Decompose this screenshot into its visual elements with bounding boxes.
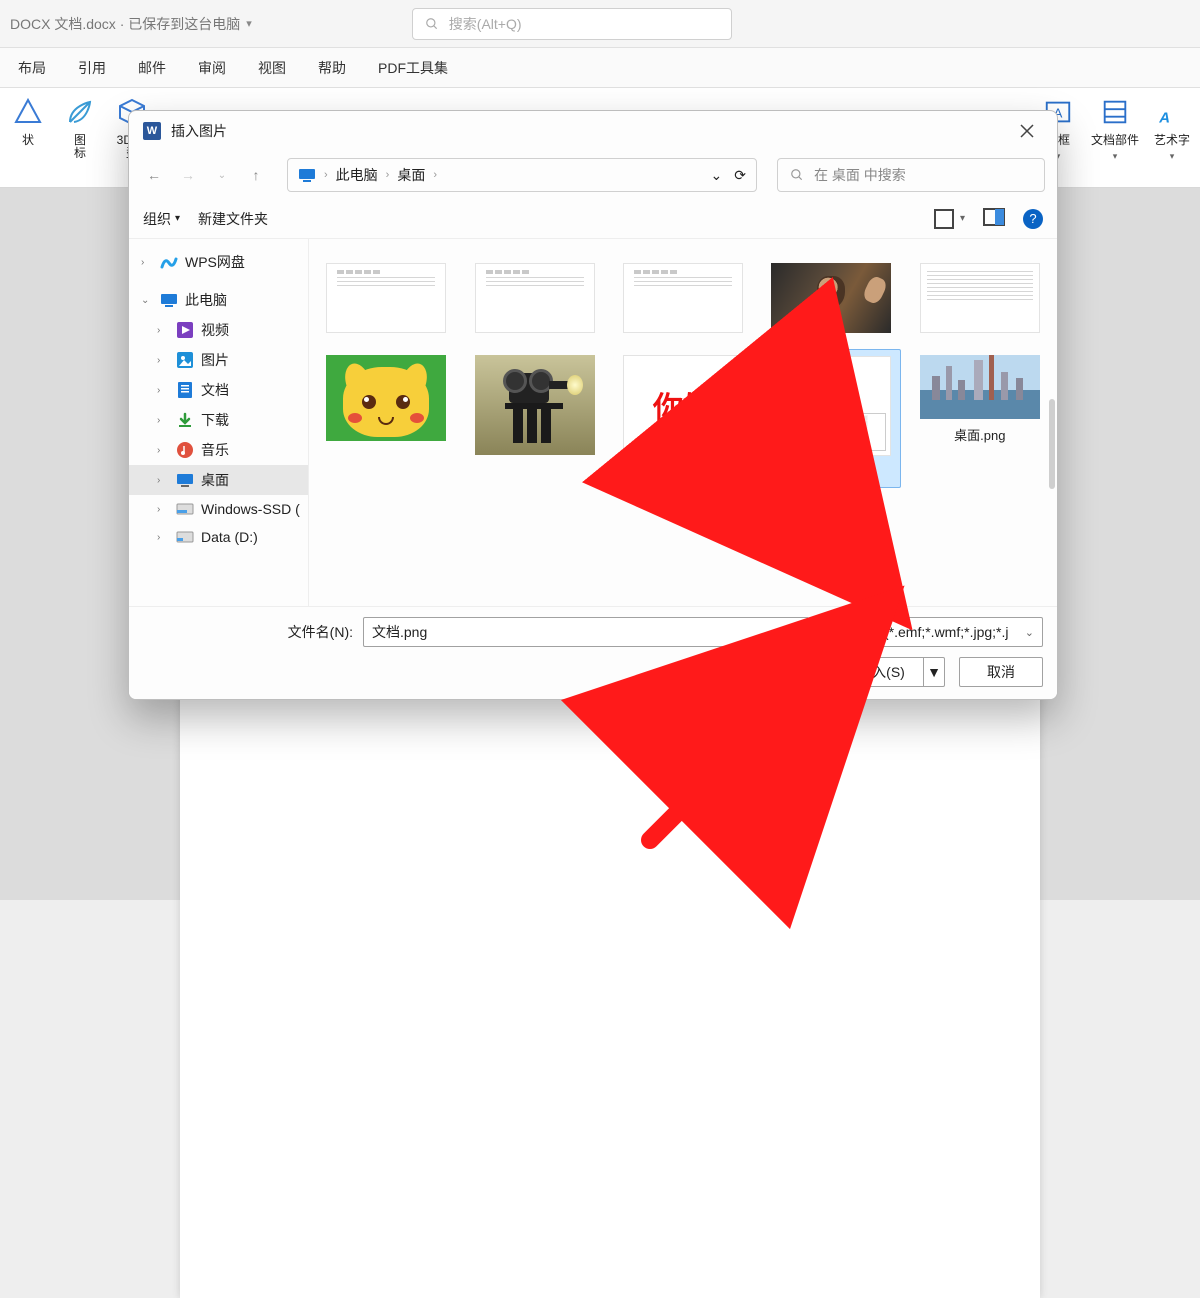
folder-tree[interactable]: ›WPS网盘 ⌄此电脑 ›视频 ›图片 ›文档 ›下载 ›音乐 ›桌面 ›Win…: [129, 239, 309, 606]
tab-refs[interactable]: 引用: [68, 52, 116, 84]
nav-up[interactable]: ↑: [243, 162, 269, 188]
dialog-toolbar: 组织 ▾ 新建文件夹 ▾ ?: [129, 199, 1057, 239]
file-thumb[interactable]: 你好: [614, 349, 752, 461]
dialog-search[interactable]: 在 桌面 中搜索: [777, 158, 1045, 192]
ribbon-wordart-label: 艺术字: [1154, 134, 1190, 147]
chevron-right-icon: ›: [433, 169, 437, 181]
app-titlebar: DOCX 文档.docx · 已保存到这台电脑 ▾ 搜索(Alt+Q): [0, 0, 1200, 48]
chevron-down-icon: ▾: [1113, 151, 1118, 162]
chevron-right-icon: ›: [386, 169, 390, 181]
dialog-titlebar: W 插入图片: [129, 111, 1057, 151]
pc-icon: [298, 166, 316, 184]
file-caption: 文档.png: [806, 462, 857, 481]
filter-value: 所有图片(*.emf;*.wmf;*.jpg;*.j: [828, 622, 1025, 642]
insert-button-label: 插入(S): [858, 662, 905, 682]
chevron-down-icon[interactable]: ⌄: [791, 626, 800, 639]
filename-input[interactable]: 文档.png ⌄: [363, 617, 809, 647]
organize-menu[interactable]: 组织 ▾: [143, 209, 180, 229]
nav-recent[interactable]: ⌄: [209, 162, 235, 188]
refresh-icon[interactable]: ⟳: [734, 167, 746, 184]
title-dropdown-icon[interactable]: ▾: [246, 17, 252, 30]
global-search[interactable]: 搜索(Alt+Q): [412, 8, 732, 40]
file-thumb[interactable]: [465, 349, 603, 461]
document-title: DOCX 文档.docx · 已保存到这台电脑: [10, 14, 240, 34]
parts-icon: [1097, 94, 1133, 130]
dialog-title: 插入图片: [171, 121, 227, 141]
dialog-search-placeholder: 在 桌面 中搜索: [814, 165, 906, 185]
ribbon-icons[interactable]: 图 标: [56, 94, 104, 160]
file-thumb[interactable]: [317, 257, 455, 339]
tree-pictures[interactable]: ›图片: [129, 345, 308, 375]
ribbon-shapes-label: 状: [22, 134, 34, 147]
tab-layout[interactable]: 布局: [8, 52, 56, 84]
file-thumb[interactable]: [465, 257, 603, 339]
file-scrollbar[interactable]: [1049, 399, 1055, 489]
tree-thispc[interactable]: ⌄此电脑: [129, 285, 308, 315]
new-folder-button[interactable]: 新建文件夹: [198, 209, 268, 229]
file-thumb[interactable]: 桌面.png: [911, 349, 1049, 450]
shape-icon: [10, 94, 46, 130]
file-caption: 桌面.png: [954, 425, 1005, 444]
tree-drive-d[interactable]: ›Data (D:): [129, 523, 308, 551]
chevron-right-icon: ›: [324, 169, 328, 181]
wordart-icon: A: [1154, 94, 1190, 130]
filename-label: 文件名(N):: [143, 622, 353, 642]
chevron-down-icon: ▾: [1170, 151, 1175, 162]
tree-documents[interactable]: ›文档: [129, 375, 308, 405]
nav-back[interactable]: ←: [141, 162, 167, 188]
dialog-body: ›WPS网盘 ⌄此电脑 ›视频 ›图片 ›文档 ›下载 ›音乐 ›桌面 ›Win…: [129, 239, 1057, 606]
nav-forward[interactable]: →: [175, 162, 201, 188]
file-thumb[interactable]: [614, 257, 752, 339]
ribbon-shapes[interactable]: 状: [4, 94, 52, 147]
file-thumb[interactable]: [317, 349, 455, 447]
cancel-button-label: 取消: [987, 662, 1015, 682]
tree-video[interactable]: ›视频: [129, 315, 308, 345]
svg-text:A: A: [1158, 111, 1170, 127]
tree-drive-c[interactable]: ›Windows-SSD (: [129, 495, 308, 523]
filename-value: 文档.png: [372, 622, 791, 642]
file-thumb[interactable]: [911, 257, 1049, 339]
view-mode-button[interactable]: ▾: [934, 209, 965, 229]
tools-menu[interactable]: 工具(L)▼: [759, 662, 825, 682]
ribbon-wordart[interactable]: A 艺术字 ▾: [1148, 94, 1196, 162]
search-icon: [790, 168, 804, 182]
search-placeholder: 搜索(Alt+Q): [449, 14, 522, 34]
insert-button[interactable]: 插入(S) ▼: [839, 657, 945, 687]
word-app-icon: W: [143, 122, 161, 140]
dialog-navbar: ← → ⌄ ↑ › 此电脑 › 桌面 › ⌄ ⟳ 在 桌面 中搜索: [129, 151, 1057, 199]
tree-downloads[interactable]: ›下载: [129, 405, 308, 435]
file-thumb-selected[interactable]: ▪ ░░░░░░░░░░░░░░░░░░░░░░░░▪ ░░░░░░░░░░░░…: [762, 349, 900, 488]
file-type-filter[interactable]: 所有图片(*.emf;*.wmf;*.jpg;*.j ⌄: [819, 617, 1043, 647]
file-list[interactable]: 你好 ▪ ░░░░░░░░░░░░░░░░░░░░░░░░▪ ░░░░░░░░░…: [309, 239, 1057, 606]
tab-mail[interactable]: 邮件: [128, 52, 176, 84]
nihao-text: 你好: [653, 383, 713, 427]
address-dropdown-icon[interactable]: ⌄: [711, 167, 723, 184]
insert-picture-dialog: W 插入图片 ← → ⌄ ↑ › 此电脑 › 桌面 › ⌄ ⟳ 在 桌面 中搜索: [128, 110, 1058, 700]
file-thumb[interactable]: [762, 257, 900, 339]
dialog-footer: 文件名(N): 文档.png ⌄ 所有图片(*.emf;*.wmf;*.jpg;…: [129, 606, 1057, 699]
tab-review[interactable]: 审阅: [188, 52, 236, 84]
search-icon: [425, 17, 439, 31]
address-bar[interactable]: › 此电脑 › 桌面 › ⌄ ⟳: [287, 158, 757, 192]
tree-desktop[interactable]: ›桌面: [129, 465, 308, 495]
ribbon-icons-label: 图 标: [74, 134, 86, 160]
preview-pane-button[interactable]: [983, 208, 1005, 229]
close-button[interactable]: [1011, 115, 1043, 147]
breadcrumb-desktop[interactable]: 桌面: [397, 165, 425, 185]
ribbon-tabs: 布局 引用 邮件 审阅 视图 帮助 PDF工具集: [0, 48, 1200, 88]
tab-help[interactable]: 帮助: [308, 52, 356, 84]
ribbon-docparts-label: 文档部件: [1091, 134, 1139, 147]
tree-wps[interactable]: ›WPS网盘: [129, 247, 308, 277]
tab-view[interactable]: 视图: [248, 52, 296, 84]
cancel-button[interactable]: 取消: [959, 657, 1043, 687]
chevron-down-icon[interactable]: ⌄: [1025, 626, 1034, 639]
help-icon[interactable]: ?: [1023, 209, 1043, 229]
tree-music[interactable]: ›音乐: [129, 435, 308, 465]
leaf-icon: [62, 94, 98, 130]
insert-split-dropdown[interactable]: ▼: [923, 657, 945, 687]
tab-pdf[interactable]: PDF工具集: [368, 52, 458, 84]
ribbon-docparts[interactable]: 文档部件 ▾: [1086, 94, 1144, 162]
breadcrumb-pc[interactable]: 此电脑: [336, 165, 378, 185]
